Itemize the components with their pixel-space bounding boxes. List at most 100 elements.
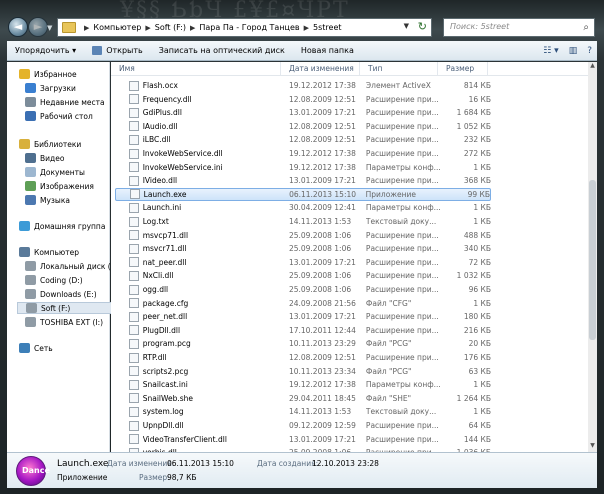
file-row[interactable]: system.log 14.11.2013 1:53 Текстовый доку.… [115, 405, 491, 418]
file-row[interactable]: VideoTransferClient.dll 13.01.2009 17:21 Р… [115, 433, 491, 446]
breadcrumb-separator[interactable]: ▶ [84, 24, 89, 32]
nav-item[interactable]: Рабочий стол [17, 110, 93, 122]
scroll-down-icon[interactable]: ▼ [588, 442, 597, 452]
file-row[interactable]: iLBC.dll 12.08.2009 12:51 Расширение при..… [115, 133, 491, 146]
file-row[interactable]: msvcp71.dll 25.09.2008 1:06 Расширение при… [115, 229, 491, 242]
file-row[interactable]: Launch.ini 30.04.2009 12:41 Параметры конф… [115, 201, 491, 214]
nav-item[interactable]: Coding (D:) [17, 274, 83, 286]
nav-item[interactable]: Soft (F:) [17, 302, 117, 314]
refresh-icon[interactable]: ↻ [418, 20, 427, 33]
nav-item-label: Избранное [34, 69, 77, 79]
breadcrumb-separator[interactable]: ▶ [145, 24, 150, 32]
nav-item-label: Рабочий стол [40, 111, 93, 121]
view-options-icon[interactable]: ☷ ▾ [543, 46, 558, 56]
file-row[interactable]: Snailcast.ini 19.12.2012 17:38 Параметры к… [115, 378, 491, 391]
file-row[interactable]: nat_peer.dll 13.01.2009 17:21 Расширение п… [115, 256, 491, 269]
file-row[interactable]: Frequency.dll 12.08.2009 12:51 Расширение … [115, 93, 491, 106]
file-row[interactable]: IAudio.dll 12.08.2009 12:51 Расширение при… [115, 120, 491, 133]
file-row[interactable]: InvokeWebService.ini 19.12.2012 17:38 Пара… [115, 161, 491, 174]
file-row[interactable]: InvokeWebService.dll 19.12.2012 17:38 Расш… [115, 147, 491, 160]
file-type: Параметры конф... [365, 380, 441, 390]
nav-item[interactable]: Изображения [17, 180, 94, 192]
back-button[interactable]: ◄ [8, 17, 28, 37]
scroll-up-icon[interactable]: ▲ [588, 62, 597, 72]
column-name[interactable]: Имя [111, 62, 281, 75]
file-type: Расширение при... [365, 353, 439, 362]
nav-item[interactable]: Библиотеки [11, 138, 81, 150]
file-type: Текстовый доку... [365, 217, 437, 226]
file-row[interactable]: package.cfg 24.09.2008 21:56 Файл "CFG" 1 К… [115, 297, 491, 310]
help-icon[interactable]: ? [587, 46, 592, 56]
file-row[interactable]: msvcr71.dll 25.09.2008 1:06 Расширение при… [115, 242, 491, 255]
file-name: GdiPlus.dll [142, 108, 182, 118]
details-size-value: 98,7 КБ [167, 473, 197, 482]
breadcrumb-current[interactable]: 5street [313, 23, 342, 32]
nav-item[interactable]: Музыка [17, 194, 70, 206]
scroll-thumb[interactable] [589, 180, 596, 340]
organize-button[interactable]: Упорядочить ▾ [7, 46, 84, 55]
vertical-scrollbar[interactable]: ▲ ▼ [588, 62, 597, 452]
breadcrumb-drive[interactable]: Soft (F:) [155, 23, 186, 32]
nav-item[interactable]: Документы [17, 166, 85, 178]
file-row[interactable]: program.pcg 10.11.2013 23:29 Файл "PCG" 20 … [115, 337, 491, 350]
file-icon [129, 393, 139, 404]
breadcrumb-separator[interactable]: ▶ [304, 24, 309, 32]
nav-item[interactable]: Недавние места [17, 96, 105, 108]
nav-item[interactable]: Избранное [11, 68, 77, 80]
nav-item-label: Загрузки [40, 83, 76, 93]
address-dropdown-icon[interactable]: ▼ [404, 22, 409, 30]
column-date[interactable]: Дата изменения [281, 62, 360, 75]
nav-item-label: Coding (D:) [40, 275, 83, 285]
address-bar[interactable]: ▶ Компьютер ▶ Soft (F:) ▶ Пара Па - Горо… [57, 18, 432, 37]
file-size: 1 КБ [473, 380, 491, 390]
preview-pane-icon[interactable]: ▥ [569, 46, 578, 56]
nav-item-icon [19, 247, 30, 257]
search-input[interactable]: Поиск: 5street ⌕ [443, 18, 595, 37]
file-icon [129, 366, 139, 377]
nav-item[interactable]: Домашняя группа [11, 220, 105, 232]
file-size: 1 КБ [473, 407, 491, 417]
file-row[interactable]: scripts2.pcg 10.11.2013 23:34 Файл "PCG" 63… [115, 365, 491, 378]
breadcrumb-computer[interactable]: Компьютер [93, 23, 141, 32]
nav-item-icon [25, 167, 36, 177]
file-row[interactable]: RTP.dll 12.08.2009 12:51 Расширение при...… [115, 351, 491, 364]
column-size[interactable]: Размер [438, 62, 488, 75]
file-row[interactable]: IVideo.dll 13.01.2009 17:21 Расширение при… [115, 174, 491, 187]
file-row[interactable]: SnailWeb.she 29.04.2011 18:45 Файл "SHE" 1 … [115, 392, 491, 405]
nav-item[interactable]: Локальный диск (C [17, 260, 116, 272]
nav-item[interactable]: TOSHIBA EXT (I:) [17, 316, 103, 328]
file-name: nat_peer.dll [142, 257, 187, 267]
column-type[interactable]: Тип [360, 62, 438, 75]
search-icon[interactable]: ⌕ [583, 22, 589, 33]
nav-item[interactable]: Загрузки [17, 82, 76, 94]
file-row[interactable]: NxCli.dll 25.09.2008 1:06 Расширение при..… [115, 269, 491, 282]
navigation-pane: Избранное Загрузки Недавние места Рабочий с… [7, 62, 117, 452]
file-row[interactable]: UpnpDll.dll 09.12.2009 12:59 Расширение пр… [115, 419, 491, 432]
file-row[interactable]: GdiPlus.dll 13.01.2009 17:21 Расширение пр… [115, 106, 491, 119]
nav-item[interactable]: Сеть [11, 342, 53, 354]
nav-item[interactable]: Видео [17, 152, 64, 164]
file-row[interactable]: peer_net.dll 13.01.2009 17:21 Расширение п… [115, 310, 491, 323]
new-folder-button[interactable]: Новая папка [293, 46, 362, 55]
nav-item-icon [25, 275, 36, 285]
file-icon [129, 284, 139, 295]
nav-item[interactable]: Компьютер [11, 246, 79, 258]
file-date: 30.04.2009 12:41 [288, 203, 356, 213]
file-type: Расширение при... [365, 149, 439, 158]
file-row[interactable]: Launch.exe 06.11.2013 15:10 Приложение 99 К… [115, 187, 491, 201]
file-row[interactable]: PlugDll.dll 17.10.2011 12:44 Расширение пр… [115, 324, 491, 337]
file-size: 1 684 КБ [456, 108, 491, 118]
breadcrumb-folder[interactable]: Пара Па - Город Танцев [199, 23, 299, 32]
breadcrumb-separator[interactable]: ▶ [190, 24, 195, 32]
file-name: Log.txt [142, 217, 169, 226]
history-dropdown-icon[interactable]: ▼ [47, 24, 55, 32]
file-date: 19.12.2012 17:38 [288, 162, 356, 172]
file-row[interactable]: Log.txt 14.11.2013 1:53 Текстовый доку... 1… [115, 215, 491, 228]
nav-item[interactable]: Downloads (E:) [17, 288, 97, 300]
file-size: 814 КБ [463, 81, 491, 90]
file-row[interactable]: Flash.ocx 19.12.2012 17:38 Элемент ActiveX… [115, 79, 491, 92]
burn-button[interactable]: Записать на оптический диск [151, 46, 293, 55]
forward-button[interactable]: ► [28, 17, 48, 37]
open-button[interactable]: Открыть [84, 46, 151, 55]
file-row[interactable]: ogg.dll 25.09.2008 1:06 Расширение при... 9… [115, 283, 491, 296]
